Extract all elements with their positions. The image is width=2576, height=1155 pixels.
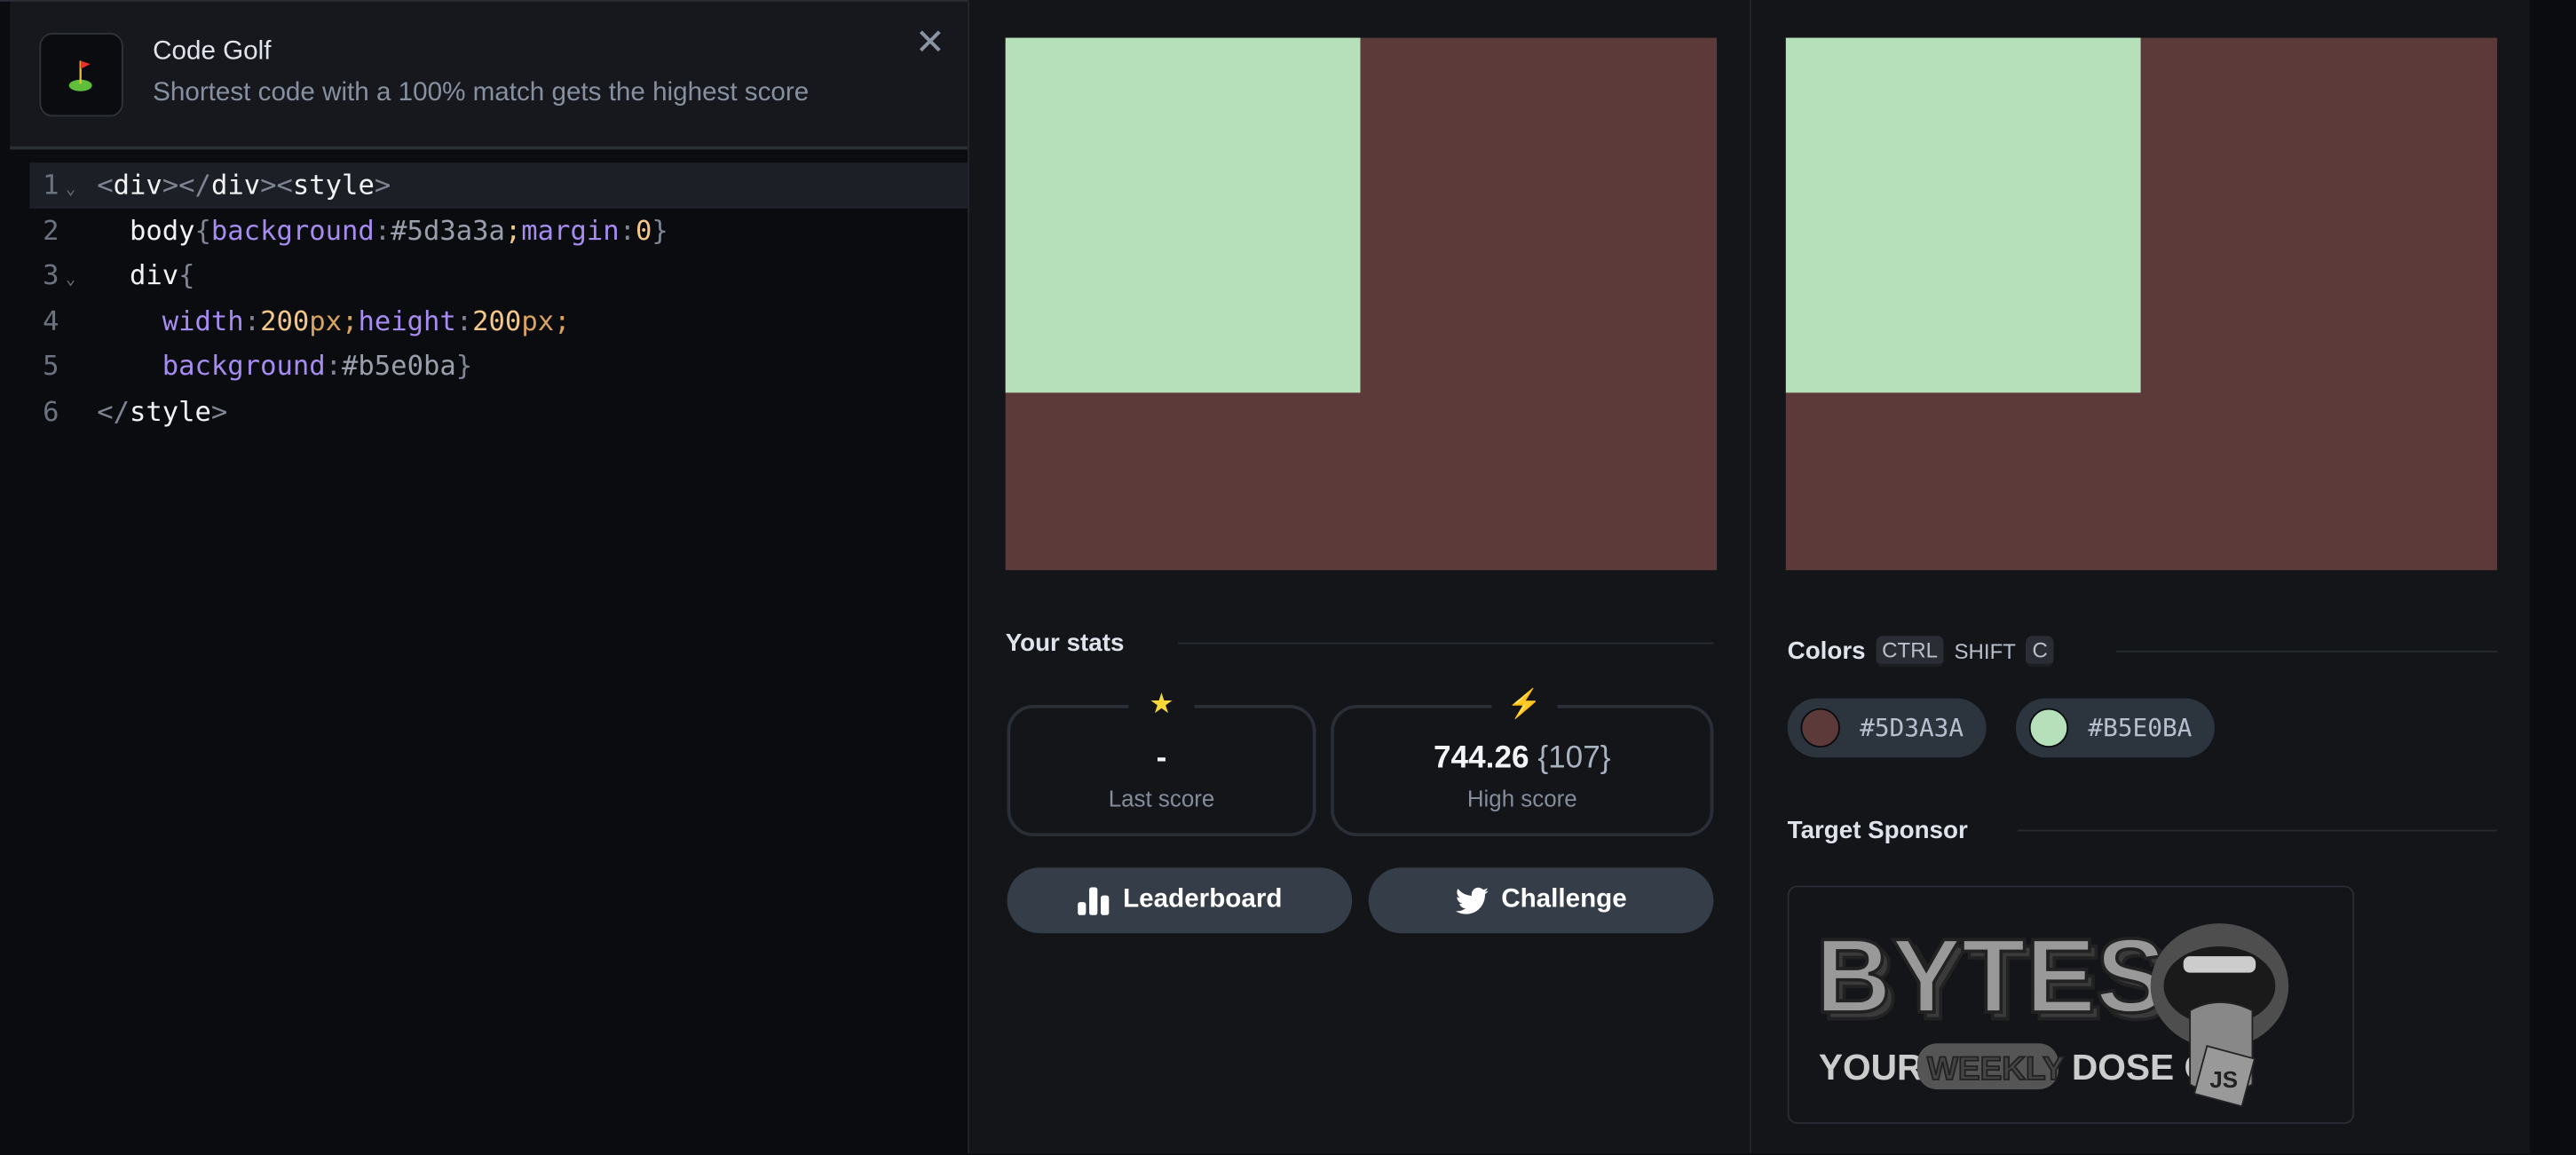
output-panel: Your stats ★ - Last score ⚡ 744.26 {107}… xyxy=(968,0,1751,1154)
color-dot xyxy=(1800,708,1840,748)
last-score-value: - xyxy=(1156,740,1167,776)
line-number: 3 xyxy=(43,259,59,291)
code-text: width:200px;height:200px; xyxy=(162,305,571,336)
lightning-icon: ⚡ xyxy=(1491,688,1558,722)
code-line[interactable]: 4 width:200px;height:200px; xyxy=(29,298,968,344)
color-dot xyxy=(2028,708,2069,748)
code-line[interactable]: 2 body{background:#5d3a3a;margin:0} xyxy=(29,208,968,253)
color-swatch[interactable]: #B5E0BA xyxy=(2015,698,2216,758)
line-number: 5 xyxy=(43,350,59,382)
svg-text:YOUR: YOUR xyxy=(1819,1047,1924,1088)
svg-text:BYTES: BYTES xyxy=(1815,918,2166,1035)
challenge-label: Challenge xyxy=(1501,885,1627,914)
challenge-button[interactable]: Challenge xyxy=(1368,867,1714,934)
sponsor-logo[interactable]: BYTES BYTES YOUR WEEKLY DOSE OF JS xyxy=(1787,885,2355,1124)
output-box xyxy=(1005,37,1361,393)
golf-flag-icon xyxy=(39,33,123,117)
twitter-icon xyxy=(1455,886,1489,914)
colors-heading: Colors xyxy=(1787,637,1866,666)
editor-panel: Code Golf Shortest code with a 100% matc… xyxy=(0,0,968,1155)
bar-chart-icon xyxy=(1077,886,1109,914)
code-text: background:#b5e0ba} xyxy=(162,350,473,382)
target-box xyxy=(1785,37,2141,393)
sponsor-heading: Target Sponsor xyxy=(1787,816,1968,845)
divider xyxy=(2017,829,2498,832)
code-editor[interactable]: 1 ⌄ <div></div><style> 2 body{background:#… xyxy=(29,162,968,433)
kbd-ctrl: CTRL xyxy=(1875,636,1945,668)
high-score-label: High score xyxy=(1466,785,1577,812)
target-preview[interactable] xyxy=(1785,37,2498,571)
target-panel: Colors CTRL SHIFT C #5D3A3A #B5E0BA Targ… xyxy=(1750,0,2533,1154)
line-number: 2 xyxy=(43,214,59,246)
colors-header: Colors CTRL SHIFT C xyxy=(1787,636,2055,668)
line-number: 4 xyxy=(43,305,59,336)
divider xyxy=(2115,650,2498,653)
line-number: 6 xyxy=(43,395,59,427)
high-score: 744.26 xyxy=(1433,740,1529,776)
leaderboard-button[interactable]: Leaderboard xyxy=(1007,867,1353,934)
challenge-subtitle: Shortest code with a 100% match gets the… xyxy=(153,78,810,107)
output-preview[interactable] xyxy=(1005,37,1718,571)
line-number: 1 xyxy=(43,169,59,201)
close-icon[interactable]: ✕ xyxy=(915,21,945,64)
kbd-c: C xyxy=(2026,636,2055,668)
star-icon: ★ xyxy=(1128,688,1195,722)
color-swatch[interactable]: #5D3A3A xyxy=(1787,698,1987,758)
code-text: body{background:#5d3a3a;margin:0} xyxy=(97,214,668,246)
code-text: div{ xyxy=(97,259,195,291)
last-score-card: ★ - Last score xyxy=(1007,688,1316,837)
code-text: <div></div><style> xyxy=(97,169,391,201)
divider xyxy=(1178,642,1714,645)
svg-text:WEEKLY: WEEKLY xyxy=(1927,1049,2065,1087)
fold-chevron-icon[interactable]: ⌄ xyxy=(66,168,75,213)
code-line[interactable]: 6 </style> xyxy=(29,389,968,434)
code-line[interactable]: 5 background:#b5e0ba} xyxy=(29,344,968,389)
last-score-label: Last score xyxy=(1108,785,1215,812)
challenge-title: Code Golf xyxy=(153,37,272,67)
scrollbar-track[interactable] xyxy=(2530,0,2576,1154)
code-line[interactable]: 3 ⌄ div{ xyxy=(29,253,968,298)
leaderboard-label: Leaderboard xyxy=(1123,885,1283,914)
bytes-logo: BYTES BYTES YOUR WEEKLY DOSE OF JS xyxy=(1813,916,2289,1108)
kbd-shift: SHIFT xyxy=(1954,638,2016,664)
stats-heading: Your stats xyxy=(1005,629,1125,658)
color-hex: #5D3A3A xyxy=(1860,713,1964,743)
challenge-header: Code Golf Shortest code with a 100% matc… xyxy=(10,1,968,150)
high-score-value: 744.26 {107} xyxy=(1334,741,1711,778)
char-count: {107} xyxy=(1537,740,1611,776)
code-line[interactable]: 1 ⌄ <div></div><style> xyxy=(29,162,968,209)
color-hex: #B5E0BA xyxy=(2088,713,2193,743)
fold-chevron-icon[interactable]: ⌄ xyxy=(66,258,75,304)
high-score-card: ⚡ 744.26 {107} High score xyxy=(1331,688,1714,837)
svg-text:JS: JS xyxy=(2209,1068,2238,1093)
code-text: </style> xyxy=(97,395,228,427)
